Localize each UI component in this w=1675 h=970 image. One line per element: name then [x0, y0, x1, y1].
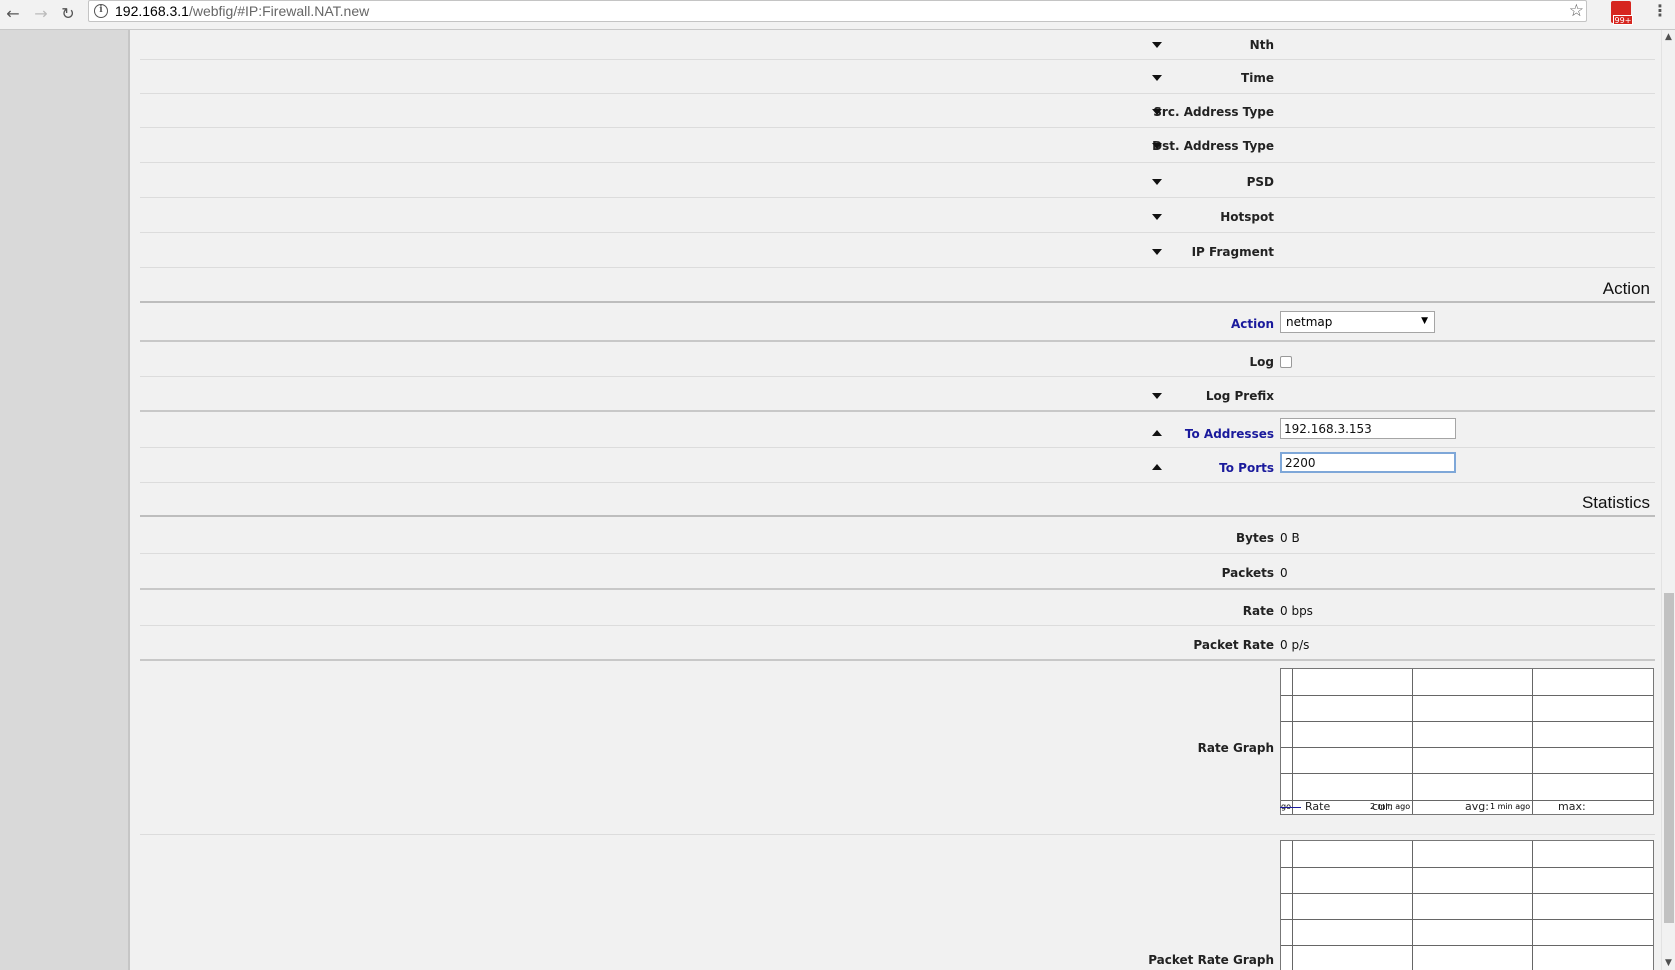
- expand-triangle-icon[interactable]: [1152, 109, 1162, 115]
- scroll-up-arrow-icon[interactable]: ▲: [1665, 32, 1672, 42]
- rate-graph-label: Rate Graph: [1197, 741, 1274, 755]
- to-addresses-label: To Addresses: [1184, 427, 1274, 441]
- sidebar: [0, 30, 130, 970]
- browser-menu-icon[interactable]: ⋮: [1652, 3, 1668, 19]
- expand-triangle-icon[interactable]: [1152, 214, 1162, 220]
- action-select[interactable]: netmap ▼: [1280, 311, 1435, 333]
- field-label: PSD: [1246, 175, 1274, 189]
- legend-max: max:: [1558, 800, 1586, 813]
- bytes-label: Bytes: [1236, 531, 1274, 545]
- field-label: Nth: [1249, 38, 1274, 52]
- browser-toolbar: ← → ↻ i 192.168.3.1/webfig/#IP:Firewall.…: [0, 0, 1675, 30]
- back-arrow-icon[interactable]: ←: [2, 2, 24, 24]
- field-row-packet-rate-graph: Packet Rate Graph: [140, 835, 1655, 970]
- expand-triangle-icon[interactable]: [1152, 42, 1162, 48]
- collapse-triangle-icon[interactable]: [1152, 430, 1162, 436]
- expand-triangle-icon[interactable]: [1152, 393, 1162, 399]
- field-row-bytes: Bytes 0 B: [140, 519, 1655, 554]
- log-prefix-label: Log Prefix: [1205, 389, 1274, 403]
- field-row-psd: PSD: [140, 163, 1655, 198]
- packet-rate-value: 0 p/s: [1280, 638, 1310, 652]
- legend-avg: avg:: [1465, 800, 1489, 813]
- field-row-rate: Rate 0 bps: [140, 590, 1655, 626]
- field-row-packets: Packets 0: [140, 554, 1655, 590]
- section-title: Statistics: [1581, 493, 1650, 512]
- rate-graph-legend: Rate cur: avg: max:: [1280, 800, 1586, 813]
- vertical-scrollbar[interactable]: ▲ ▼: [1661, 30, 1675, 970]
- log-label: Log: [1249, 355, 1274, 369]
- field-row-log: Log: [140, 342, 1655, 377]
- action-label: Action: [1230, 317, 1274, 331]
- field-label: Time: [1241, 71, 1274, 85]
- extension-badge: 99+: [1613, 15, 1633, 25]
- legend-series: Rate: [1305, 800, 1331, 813]
- nat-rule-form: Nth Time Src. Address Type Dst. Address …: [140, 30, 1655, 970]
- rate-label: Rate: [1242, 604, 1274, 618]
- url-host: 192.168.3.1: [115, 3, 189, 19]
- field-label: Hotspot: [1220, 210, 1274, 224]
- expand-triangle-icon[interactable]: [1152, 143, 1162, 149]
- packet-rate-label: Packet Rate: [1193, 638, 1274, 652]
- field-row-to-addresses: To Addresses: [140, 412, 1655, 448]
- field-row-dst-address-type: Dst. Address Type: [140, 128, 1655, 163]
- rate-graph-grid: [1281, 669, 1653, 814]
- field-row-packet-rate: Packet Rate 0 p/s: [140, 626, 1655, 661]
- forward-arrow-icon[interactable]: →: [30, 2, 52, 24]
- section-header-statistics: Statistics: [140, 483, 1655, 517]
- field-row-nth: Nth: [140, 30, 1655, 60]
- dropdown-arrow-icon: ▼: [1421, 316, 1428, 326]
- url-path: /webfig/#IP:Firewall.NAT.new: [188, 3, 370, 19]
- packet-rate-graph-grid: [1281, 841, 1653, 970]
- scroll-down-arrow-icon[interactable]: ▼: [1665, 958, 1672, 968]
- field-row-hotspot: Hotspot: [140, 198, 1655, 233]
- expand-triangle-icon[interactable]: [1152, 75, 1162, 81]
- bookmark-star-icon[interactable]: ☆: [1569, 1, 1584, 21]
- legend-cur: cur:: [1372, 800, 1394, 813]
- field-row-ip-fragment: IP Fragment: [140, 233, 1655, 268]
- expand-triangle-icon[interactable]: [1152, 249, 1162, 255]
- packet-rate-graph-label: Packet Rate Graph: [1148, 953, 1274, 967]
- field-row-src-address-type: Src. Address Type: [140, 94, 1655, 128]
- field-row-time: Time: [140, 60, 1655, 94]
- field-row-action: Action netmap ▼: [140, 305, 1655, 342]
- rate-value: 0 bps: [1280, 604, 1313, 618]
- to-ports-label: To Ports: [1219, 461, 1274, 475]
- field-label: Src. Address Type: [1153, 105, 1274, 119]
- field-label: IP Fragment: [1191, 245, 1274, 259]
- legend-swatch: [1280, 806, 1301, 808]
- address-bar[interactable]: i 192.168.3.1/webfig/#IP:Firewall.NAT.ne…: [88, 0, 1587, 22]
- section-header-action: Action: [140, 268, 1655, 303]
- packet-rate-graph: [1280, 840, 1654, 970]
- to-addresses-input[interactable]: [1280, 418, 1456, 439]
- section-title: Action: [1602, 279, 1650, 298]
- bytes-value: 0 B: [1280, 531, 1300, 545]
- field-label: Dst. Address Type: [1152, 139, 1274, 153]
- field-row-log-prefix: Log Prefix: [140, 377, 1655, 412]
- expand-triangle-icon[interactable]: [1152, 179, 1162, 185]
- graph-tick-label: 1 min ago: [1490, 802, 1531, 811]
- reload-icon[interactable]: ↻: [57, 2, 79, 24]
- field-row-to-ports: To Ports: [140, 448, 1655, 483]
- collapse-triangle-icon[interactable]: [1152, 464, 1162, 470]
- packets-value: 0: [1280, 566, 1288, 580]
- rate-graph: go 2 min ago 1 min ago: [1280, 668, 1654, 815]
- log-checkbox[interactable]: [1280, 356, 1292, 368]
- info-icon[interactable]: i: [94, 4, 108, 18]
- action-select-value: netmap: [1286, 315, 1333, 329]
- url-text: 192.168.3.1/webfig/#IP:Firewall.NAT.new: [115, 3, 369, 19]
- packets-label: Packets: [1221, 566, 1274, 580]
- to-ports-input[interactable]: [1280, 452, 1456, 473]
- scroll-thumb[interactable]: [1664, 593, 1674, 923]
- field-row-rate-graph: Rate Graph go 2 min ago 1 min ago Rate c…: [140, 661, 1655, 835]
